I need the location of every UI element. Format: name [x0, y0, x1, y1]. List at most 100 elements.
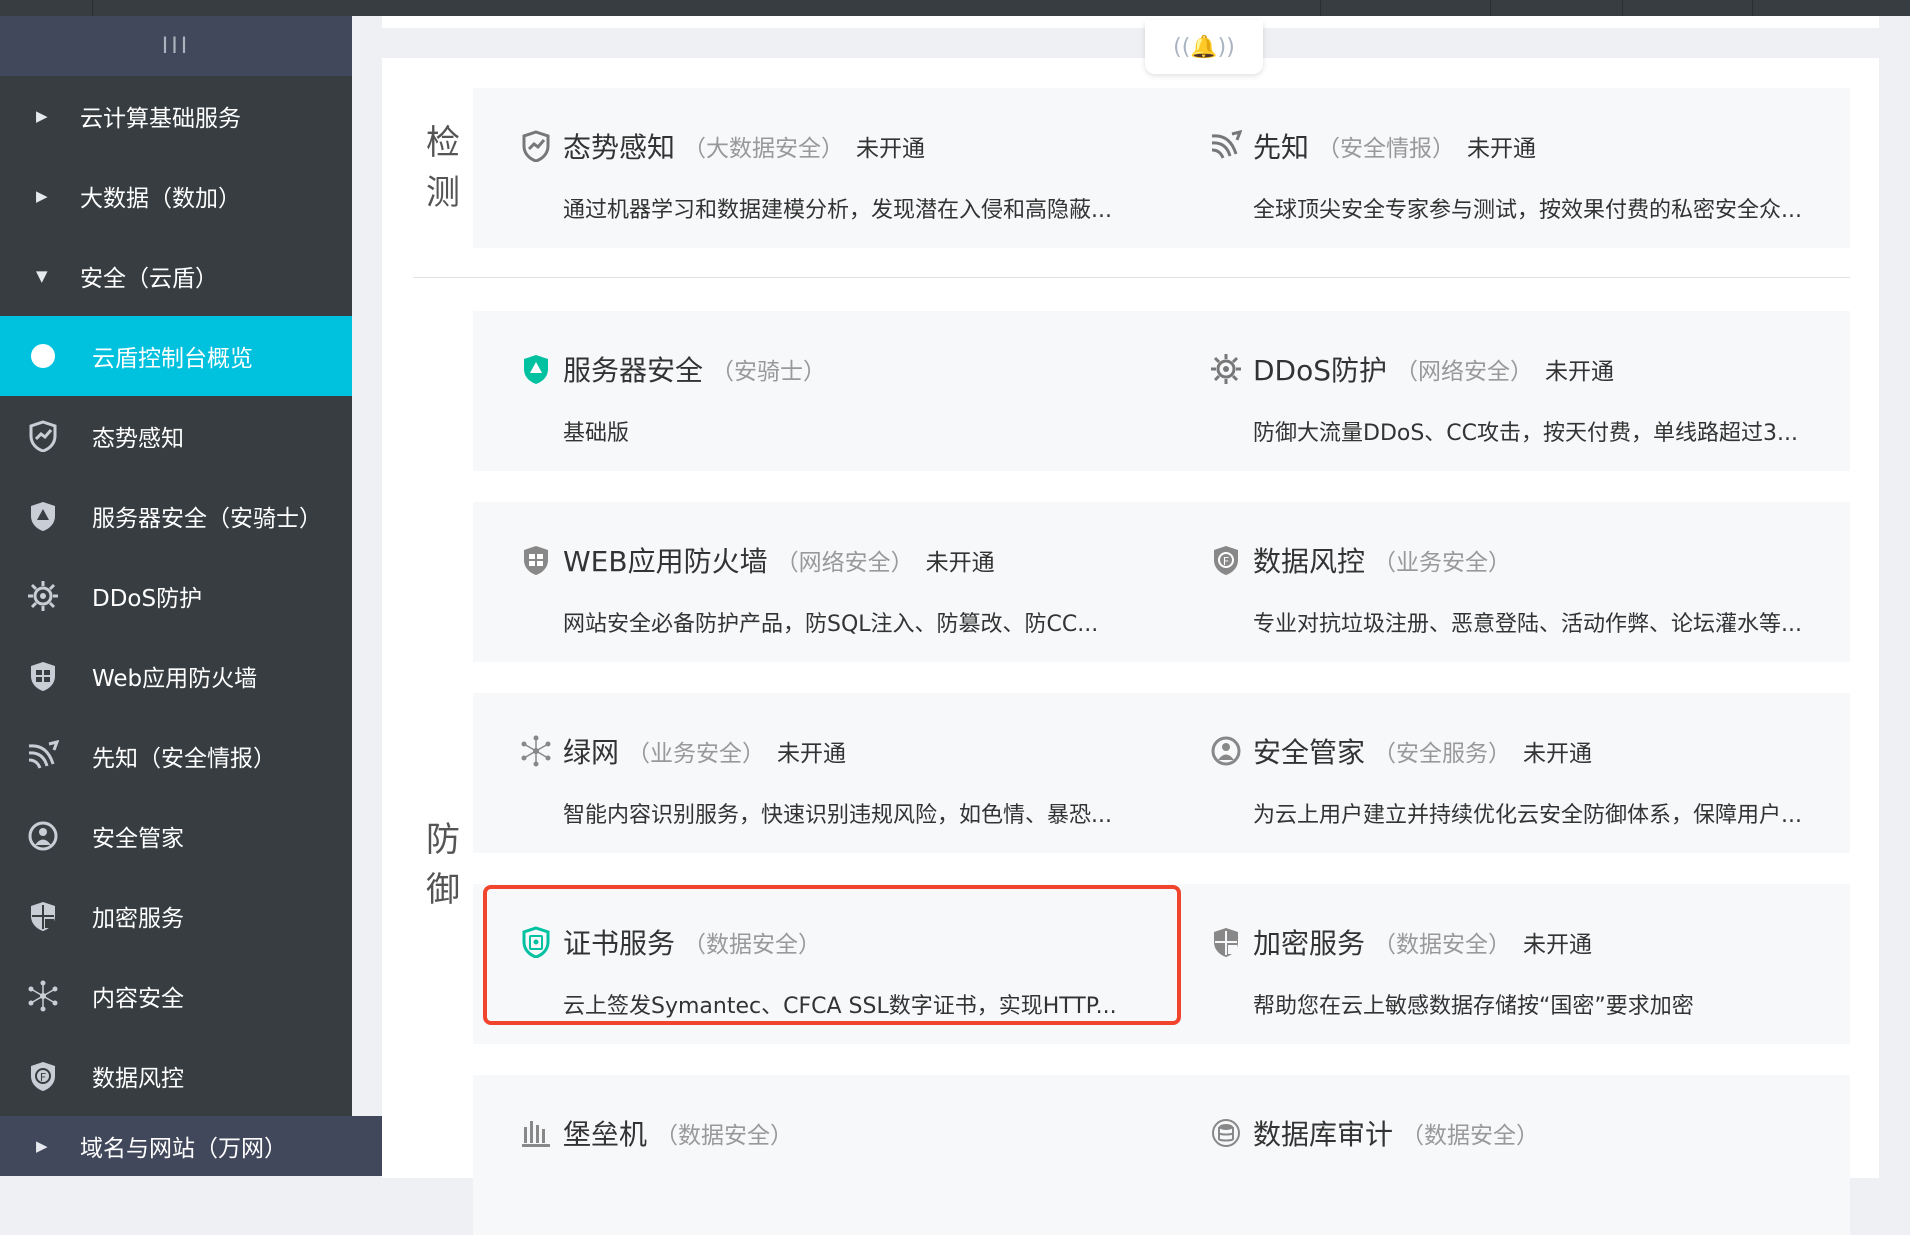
content-network-icon [519, 734, 553, 768]
product-description: 云上签发Symantec、CFCA SSL数字证书，实现HTTP... [563, 994, 1117, 1019]
section-label-defend: 防御 [426, 820, 460, 910]
sidebar-item-label: DDoS防护 [92, 586, 203, 612]
content-network-icon [26, 979, 60, 1013]
product-card-certificate[interactable]: 证书服务 （数据安全） 云上签发Symantec、CFCA SSL数字证书，实现… [473, 884, 1153, 1044]
database-audit-icon [1209, 1116, 1243, 1150]
product-card-db-audit[interactable]: 数据库审计 （数据安全） [1163, 1075, 1843, 1235]
section-divider [413, 277, 1850, 278]
sidebar-item-ddos[interactable]: DDoS防护 [0, 556, 352, 636]
sidebar-item-label: 安全管家 [92, 826, 184, 852]
product-category: （安骑士） [711, 359, 827, 385]
product-card-green-net[interactable]: 绿网 （业务安全） 未开通 智能内容识别服务，快速识别违规风险，如色情、暴恐..… [473, 693, 1153, 853]
product-description: 为云上用户建立并持续优化云安全防御体系，保障用户... [1253, 803, 1802, 828]
product-name: WEB应用防火墙 [563, 545, 768, 578]
product-row: 堡垒机 （数据安全） 数据库审计 （数据安全） [473, 1075, 1850, 1235]
product-status: 未开通 [1523, 932, 1593, 958]
sidebar-item-label: 加密服务 [92, 906, 184, 932]
svg-text:F: F [1223, 555, 1229, 568]
sidebar-item-encryption[interactable]: 加密服务 [0, 876, 352, 956]
sidebar-item-label: Web应用防火墙 [92, 666, 258, 692]
sidebar: III ▶ 云计算基础服务 ▶ 大数据（数加） ▼ 安全（云盾） 云盾控制台概览… [0, 16, 352, 1154]
product-category: （数据安全） [683, 932, 822, 958]
data-risk-icon: F [1209, 543, 1243, 577]
product-card-security-butler[interactable]: 安全管家 （安全服务） 未开通 为云上用户建立并持续优化云安全防御体系，保障用户… [1163, 693, 1843, 853]
sidebar-item-situation-awareness[interactable]: 态势感知 [0, 396, 352, 476]
sidebar-item-overview[interactable]: 云盾控制台概览 [0, 316, 352, 396]
sidebar-item-content-security[interactable]: 内容安全 [0, 956, 352, 1036]
product-card-data-risk[interactable]: F 数据风控 （业务安全） 专业对抗垃圾注册、恶意登陆、活动作弊、论坛灌水等..… [1163, 502, 1843, 662]
product-name: 数据风控 [1253, 545, 1366, 578]
product-description: 通过机器学习和数据建模分析，发现潜在入侵和高隐蔽... [563, 198, 1112, 223]
bell-icon: ((🔔)) [1173, 34, 1235, 60]
sidebar-group-label: 域名与网站（万网） [80, 1136, 287, 1162]
ddos-gear-icon [1209, 352, 1243, 386]
situation-awareness-icon [26, 419, 60, 453]
sidebar-toggle-button[interactable]: III [0, 16, 352, 76]
product-description: 防御大流量DDoS、CC攻击，按天付费，单线路超过3... [1253, 421, 1799, 446]
product-name: 态势感知 [563, 131, 676, 164]
certificate-shield-icon [519, 925, 553, 959]
product-name: 先知 [1253, 131, 1310, 164]
product-card-server-security[interactable]: 服务器安全 （安骑士） 基础版 [473, 311, 1153, 471]
intel-signal-icon [1209, 129, 1243, 163]
product-description: 基础版 [563, 421, 630, 446]
sidebar-item-label: 内容安全 [92, 986, 184, 1012]
server-security-icon [26, 499, 60, 533]
product-row: 态势感知 （大数据安全） 未开通 通过机器学习和数据建模分析，发现潜在入侵和高隐… [473, 88, 1850, 248]
sidebar-group-cloud-computing[interactable]: ▶ 云计算基础服务 [0, 76, 352, 156]
server-security-icon [519, 352, 553, 386]
product-category: （安全情报） [1317, 136, 1456, 162]
product-category: （业务安全） [627, 741, 766, 767]
product-card-xianzhi[interactable]: 先知 （安全情报） 未开通 全球顶尖安全专家参与测试，按效果付费的私密安全众..… [1163, 88, 1843, 248]
sidebar-item-intel[interactable]: 先知（安全情报） [0, 716, 352, 796]
product-description: 专业对抗垃圾注册、恶意登陆、活动作弊、论坛灌水等... [1253, 612, 1802, 637]
sidebar-group-label: 云计算基础服务 [80, 106, 241, 132]
product-category: （业务安全） [1373, 550, 1512, 576]
product-status: 未开通 [856, 136, 926, 162]
encryption-shield-icon [26, 899, 60, 933]
caret-right-icon: ▶ [36, 1137, 48, 1155]
sidebar-group-big-data[interactable]: ▶ 大数据（数加） [0, 156, 352, 236]
sidebar-group-label: 大数据（数加） [80, 186, 241, 212]
product-description: 智能内容识别服务，快速识别违规风险，如色情、暴恐... [563, 803, 1112, 828]
product-status: 未开通 [1545, 359, 1615, 385]
sidebar-item-server-security[interactable]: 服务器安全（安骑士） [0, 476, 352, 556]
product-card-waf[interactable]: WEB应用防火墙 （网络安全） 未开通 网站安全必备防护产品，防SQL注入、防篡… [473, 502, 1153, 662]
product-name: 堡垒机 [563, 1118, 648, 1151]
product-card-ddos[interactable]: DDoS防护 （网络安全） 未开通 防御大流量DDoS、CC攻击，按天付费，单线… [1163, 311, 1843, 471]
product-card-situation-awareness[interactable]: 态势感知 （大数据安全） 未开通 通过机器学习和数据建模分析，发现潜在入侵和高隐… [473, 88, 1153, 248]
data-risk-icon: F [26, 1059, 60, 1093]
product-description: 网站安全必备防护产品，防SQL注入、防篡改、防CC... [563, 612, 1099, 637]
product-category: （安全服务） [1373, 741, 1512, 767]
sidebar-group-security[interactable]: ▼ 安全（云盾） [0, 236, 352, 316]
ddos-gear-icon [26, 579, 60, 613]
sidebar-item-waf[interactable]: Web应用防火墙 [0, 636, 352, 716]
caret-down-icon: ▼ [36, 267, 48, 285]
dot-icon [26, 339, 60, 373]
product-name: 加密服务 [1253, 927, 1366, 960]
product-name: 服务器安全 [563, 354, 704, 387]
sidebar-item-data-risk[interactable]: F 数据风控 [0, 1036, 352, 1116]
sidebar-item-label: 云盾控制台概览 [92, 346, 253, 372]
waf-shield-icon [519, 543, 553, 577]
sidebar-group-domain[interactable]: ▶ 域名与网站（万网） [0, 1116, 388, 1176]
intel-signal-icon [26, 739, 60, 773]
security-butler-icon [26, 819, 60, 853]
notification-tab[interactable]: ((🔔)) [1145, 20, 1263, 74]
sidebar-item-label: 态势感知 [92, 426, 184, 452]
product-category: （数据安全） [655, 1123, 794, 1149]
bastion-bars-icon [519, 1116, 553, 1150]
panel-top-strip [382, 16, 1879, 28]
caret-right-icon: ▶ [36, 187, 48, 205]
product-name: 安全管家 [1253, 736, 1366, 769]
sidebar-item-security-butler[interactable]: 安全管家 [0, 796, 352, 876]
product-category: （大数据安全） [683, 136, 845, 162]
caret-right-icon: ▶ [36, 107, 48, 125]
waf-shield-icon [26, 659, 60, 693]
product-card-bastion[interactable]: 堡垒机 （数据安全） [473, 1075, 1153, 1235]
product-name: DDoS防护 [1253, 354, 1388, 387]
product-description: 全球顶尖安全专家参与测试，按效果付费的私密安全众... [1253, 198, 1802, 223]
product-row: 证书服务 （数据安全） 云上签发Symantec、CFCA SSL数字证书，实现… [473, 884, 1850, 1044]
product-card-encryption[interactable]: 加密服务 （数据安全） 未开通 帮助您在云上敏感数据存储按“国密”要求加密 [1163, 884, 1843, 1044]
product-category: （数据安全） [1401, 1123, 1540, 1149]
